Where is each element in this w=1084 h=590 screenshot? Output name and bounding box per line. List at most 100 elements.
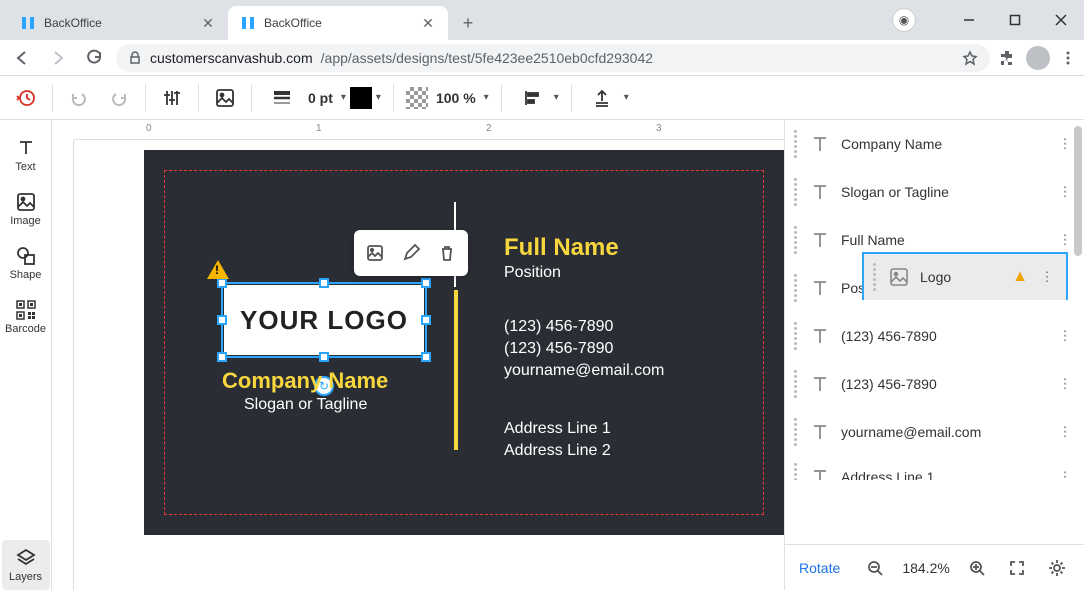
chevron-down-icon[interactable]: ▾ xyxy=(484,92,489,103)
maximize-button[interactable] xyxy=(992,5,1038,35)
new-tab-button[interactable]: + xyxy=(454,9,482,37)
rotate-link[interactable]: Rotate xyxy=(799,560,840,576)
browser-chrome: BackOffice ✕ BackOffice ✕ + ◉ customersc… xyxy=(0,0,1084,76)
resize-handle[interactable] xyxy=(319,278,329,288)
address-bar[interactable]: customerscanvashub.com/app/assets/design… xyxy=(116,44,990,72)
layer-name: yourname@email.com xyxy=(841,424,1046,440)
drag-handle-icon[interactable] xyxy=(791,226,799,254)
history-icon[interactable] xyxy=(8,80,44,116)
layer-row[interactable]: Logo▲⋮ xyxy=(862,252,1068,300)
browser-tab-1[interactable]: BackOffice ✕ xyxy=(228,6,448,40)
ruler-horizontal: 0 1 2 3 xyxy=(74,120,784,140)
chevron-down-icon[interactable]: ▾ xyxy=(554,92,559,103)
arrange-icon[interactable] xyxy=(584,80,620,116)
address1-text[interactable]: Address Line 1 xyxy=(504,420,611,438)
drag-handle-icon[interactable] xyxy=(791,178,799,206)
resize-handle[interactable] xyxy=(421,315,431,325)
layer-row[interactable]: Company Name⋮ xyxy=(785,120,1084,168)
profile-badge-icon[interactable]: ◉ xyxy=(892,8,916,32)
resize-handle[interactable] xyxy=(217,315,227,325)
image-placeholder-icon[interactable] xyxy=(207,80,243,116)
warning-icon[interactable]: ▲ xyxy=(1012,268,1028,286)
layer-menu-icon[interactable]: ⋮ xyxy=(1056,469,1074,480)
drag-handle-icon[interactable] xyxy=(791,418,799,446)
layer-menu-icon[interactable]: ⋮ xyxy=(1056,136,1074,152)
phone1-text[interactable]: (123) 456-7890 xyxy=(504,318,613,336)
star-icon[interactable] xyxy=(962,50,978,66)
stroke-color-swatch[interactable] xyxy=(350,87,372,109)
resize-handle[interactable] xyxy=(421,352,431,362)
phone2-text[interactable]: (123) 456-7890 xyxy=(504,340,613,358)
chevron-down-icon[interactable]: ▾ xyxy=(341,92,346,103)
drag-handle-icon[interactable] xyxy=(791,130,799,158)
close-window-button[interactable] xyxy=(1038,5,1084,35)
drag-handle-icon[interactable] xyxy=(870,263,878,291)
stroke-style-icon[interactable] xyxy=(264,80,300,116)
drag-handle-icon[interactable] xyxy=(791,274,799,302)
drag-handle-icon[interactable] xyxy=(791,370,799,398)
opacity-icon[interactable] xyxy=(406,87,428,109)
fullscreen-button[interactable] xyxy=(1004,554,1030,582)
chevron-down-icon[interactable]: ▾ xyxy=(624,92,629,103)
tool-layers[interactable]: Layers xyxy=(2,540,50,590)
settings-gear-icon[interactable] xyxy=(1044,554,1070,582)
canvas-area[interactable]: 0 1 2 3 YOUR LOGO ↻ xyxy=(52,120,784,590)
profile-avatar[interactable] xyxy=(1026,46,1050,70)
replace-image-icon[interactable] xyxy=(358,236,392,270)
company-name-text[interactable]: Company Name xyxy=(222,368,388,394)
layer-menu-icon[interactable]: ⋮ xyxy=(1056,328,1074,344)
redo-button[interactable] xyxy=(101,80,137,116)
undo-button[interactable] xyxy=(61,80,97,116)
resize-handle[interactable] xyxy=(319,352,329,362)
layer-menu-icon[interactable]: ⋮ xyxy=(1056,232,1074,248)
selection-outline[interactable]: ↻ xyxy=(221,282,427,358)
forward-button[interactable] xyxy=(44,44,72,72)
adjust-icon[interactable] xyxy=(154,80,190,116)
minimize-button[interactable] xyxy=(946,5,992,35)
fullname-text[interactable]: Full Name xyxy=(504,234,619,262)
chevron-down-icon[interactable]: ▾ xyxy=(376,92,381,103)
close-tab-icon[interactable]: ✕ xyxy=(200,15,216,31)
zoom-in-button[interactable] xyxy=(964,554,990,582)
tool-shape[interactable]: Shape xyxy=(2,238,50,288)
layer-menu-icon[interactable]: ⋮ xyxy=(1038,269,1056,285)
canvas-viewport[interactable]: YOUR LOGO ↻ Com xyxy=(74,140,784,590)
position-text[interactable]: Position xyxy=(504,264,561,282)
drag-handle-icon[interactable] xyxy=(791,322,799,350)
layer-row[interactable]: Address Line 1 ⋮ xyxy=(785,456,1084,480)
layer-menu-icon[interactable]: ⋮ xyxy=(1056,184,1074,200)
resize-handle[interactable] xyxy=(217,278,227,288)
align-icon[interactable] xyxy=(514,80,550,116)
resize-handle[interactable] xyxy=(421,278,431,288)
tool-barcode[interactable]: Barcode xyxy=(2,292,50,342)
layer-row[interactable]: Slogan or Tagline⋮ xyxy=(785,168,1084,216)
drag-handle-icon[interactable] xyxy=(791,463,799,480)
edit-icon[interactable] xyxy=(394,236,428,270)
resize-handle[interactable] xyxy=(217,352,227,362)
layer-row[interactable]: (123) 456-7890⋮ xyxy=(785,312,1084,360)
text-icon xyxy=(809,374,831,394)
warning-icon[interactable] xyxy=(207,260,229,279)
delete-icon[interactable] xyxy=(430,236,464,270)
tool-image[interactable]: Image xyxy=(2,184,50,234)
tool-text[interactable]: Text xyxy=(2,130,50,180)
back-button[interactable] xyxy=(8,44,36,72)
layer-name: Address Line 1 xyxy=(841,469,1046,480)
slogan-text[interactable]: Slogan or Tagline xyxy=(244,396,367,414)
design-surface[interactable]: YOUR LOGO ↻ Com xyxy=(144,150,784,535)
address2-text[interactable]: Address Line 2 xyxy=(504,442,611,460)
text-icon xyxy=(809,278,831,298)
layer-row[interactable]: (123) 456-7890⋮ xyxy=(785,360,1084,408)
browser-tab-0[interactable]: BackOffice ✕ xyxy=(8,6,228,40)
divider-yellow[interactable] xyxy=(454,290,458,450)
layer-menu-icon[interactable]: ⋮ xyxy=(1056,376,1074,392)
extensions-icon[interactable] xyxy=(998,49,1016,67)
chrome-menu-icon[interactable] xyxy=(1060,50,1076,66)
zoom-out-button[interactable] xyxy=(862,554,888,582)
scrollbar-thumb[interactable] xyxy=(1074,126,1082,256)
layer-menu-icon[interactable]: ⋮ xyxy=(1056,424,1074,440)
reload-button[interactable] xyxy=(80,44,108,72)
close-tab-icon[interactable]: ✕ xyxy=(420,15,436,31)
email-text[interactable]: yourname@email.com xyxy=(504,362,664,380)
layer-row[interactable]: yourname@email.com ⋮ xyxy=(785,408,1084,456)
